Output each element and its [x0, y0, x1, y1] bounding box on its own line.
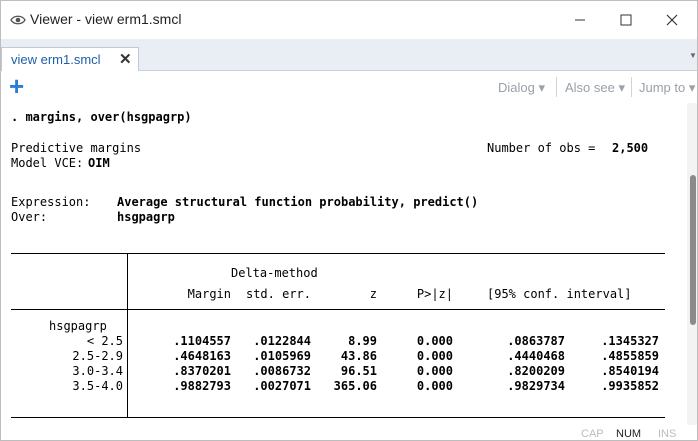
col-z-header: z [369, 287, 377, 301]
table-column-divider [127, 253, 128, 417]
table-bottom-rule [11, 417, 665, 418]
tab-close-icon[interactable]: ✕ [119, 50, 132, 68]
se-cell: .0086732 [253, 364, 311, 378]
close-button[interactable] [649, 1, 695, 39]
vce-value: OIM [88, 156, 110, 170]
minimize-button[interactable] [557, 1, 603, 39]
ci-high-cell: .8540194 [601, 364, 659, 378]
status-bar: CAP NUM INS [1, 425, 697, 440]
tab-label: view erm1.smcl [11, 52, 101, 67]
nobs-value: 2,500 [612, 141, 649, 155]
col-margin-header: Margin [187, 287, 231, 301]
ins-indicator: INS [658, 428, 677, 440]
z-cell: 8.99 [348, 334, 377, 348]
col-p-header: P>|z| [416, 287, 453, 301]
table-header-rule [11, 309, 665, 310]
vertical-scrollbar[interactable] [687, 103, 697, 425]
maximize-button[interactable] [603, 1, 649, 39]
ci-high-cell: .4855859 [601, 349, 659, 363]
p-cell: 0.000 [416, 334, 453, 348]
expression-value: Average structural function probability,… [117, 195, 479, 209]
title-bar: Viewer - view erm1.smcl [1, 1, 697, 39]
ci-high-cell: .9935852 [601, 379, 659, 393]
tab-bar: view erm1.smcl ✕ ▼ [1, 39, 697, 71]
p-cell: 0.000 [416, 349, 453, 363]
se-cell: .0027071 [253, 379, 311, 393]
predictive-margins-label: Predictive margins [11, 141, 142, 155]
toolbar: + Dialog ▾ Also see ▾ Jump to ▾ [1, 71, 697, 103]
ci-low-cell: .9829734 [507, 379, 565, 393]
row-label: < 2.5 [86, 334, 123, 348]
num-indicator: NUM [616, 428, 642, 440]
expression-label: Expression: [11, 195, 91, 209]
cap-indicator: CAP [581, 428, 604, 440]
row-label: 2.5-2.9 [72, 349, 123, 363]
toolbar-divider [556, 77, 557, 97]
also-see-menu[interactable]: Also see ▾ [565, 80, 625, 96]
z-cell: 96.51 [340, 364, 377, 378]
row-label: 3.5-4.0 [72, 379, 123, 393]
ci-low-cell: .8200209 [507, 364, 565, 378]
margin-cell: .8370201 [173, 364, 231, 378]
over-label: Over: [11, 210, 48, 224]
viewer-window: Viewer - view erm1.smcl view erm1.smcl ✕… [0, 0, 698, 441]
group-label: hsgpagrp [49, 319, 107, 333]
toolbar-divider [631, 77, 632, 97]
results-output: . margins, over(hsgpagrp) Predictive mar… [1, 103, 687, 425]
row-label: 3.0-3.4 [72, 364, 123, 378]
jump-to-menu[interactable]: Jump to ▾ [639, 80, 695, 96]
ci-low-cell: .0863787 [507, 334, 565, 348]
command-line: . margins, over(hsgpagrp) [11, 110, 192, 124]
new-tab-plus-icon[interactable]: + [9, 73, 24, 99]
z-cell: 43.86 [340, 349, 377, 363]
eye-icon [10, 12, 26, 28]
over-value: hsgpagrp [117, 210, 175, 224]
vce-label: Model VCE: [11, 156, 84, 170]
margin-cell: .1104557 [173, 334, 231, 348]
col-ci-header: [95% conf. interval] [487, 287, 632, 301]
col-se-header: std. err. [245, 287, 311, 301]
margin-cell: .9882793 [173, 379, 231, 393]
ci-low-cell: .4440468 [507, 349, 565, 363]
se-cell: .0122844 [253, 334, 311, 348]
scrollbar-thumb[interactable] [690, 175, 696, 325]
dialog-menu[interactable]: Dialog ▾ [498, 80, 545, 96]
z-cell: 365.06 [333, 379, 377, 393]
se-cell: .0105969 [253, 349, 311, 363]
window-title: Viewer - view erm1.smcl [30, 11, 182, 27]
tab-view-erm1[interactable]: view erm1.smcl ✕ [1, 47, 139, 71]
p-cell: 0.000 [416, 364, 453, 378]
margin-cell: .4648163 [173, 349, 231, 363]
p-cell: 0.000 [416, 379, 453, 393]
delta-method-header: Delta-method [231, 266, 318, 280]
nobs-label: Number of obs = [487, 141, 596, 155]
table-top-rule [11, 253, 665, 254]
tab-overflow-chevron-icon[interactable]: ▼ [689, 51, 697, 60]
ci-high-cell: .1345327 [601, 334, 659, 348]
